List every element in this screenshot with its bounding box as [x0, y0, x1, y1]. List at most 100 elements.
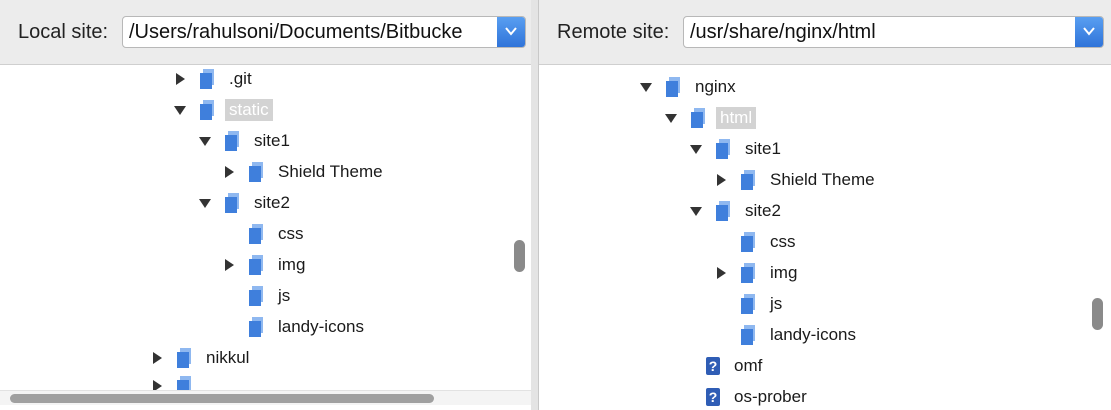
remote-path-dropdown-button[interactable]	[1075, 17, 1103, 47]
remote-site-header: Remote site: /usr/share/nginx/html	[539, 0, 1111, 65]
remote-tree-node-osprober[interactable]: ? os-prober	[680, 384, 811, 410]
folder-icon	[224, 192, 240, 214]
local-tree-node-nikkul[interactable]: nikkul	[150, 345, 253, 371]
disclosure-expanded-icon[interactable]	[198, 134, 212, 148]
disclosure-expanded-icon[interactable]	[198, 196, 212, 210]
disclosure-expanded-icon[interactable]	[689, 142, 703, 156]
remote-tree-node-shield[interactable]: Shield Theme	[714, 167, 879, 193]
folder-icon	[248, 254, 264, 276]
remote-tree-node-label[interactable]: Shield Theme	[766, 169, 879, 191]
pane-splitter[interactable]	[531, 0, 538, 410]
remote-tree-node-nginx[interactable]: nginx	[639, 74, 740, 100]
remote-tree-node-label[interactable]: landy-icons	[766, 324, 860, 346]
folder-icon	[740, 169, 756, 191]
disclosure-collapsed-icon[interactable]	[222, 165, 236, 179]
disclosure-collapsed-icon[interactable]	[150, 351, 164, 365]
folder-icon	[715, 138, 731, 160]
unknown-item-icon: ?	[706, 388, 720, 406]
folder-icon	[740, 231, 756, 253]
local-file-tree[interactable]: .git static site1 Shield Theme site2 css img js…	[0, 64, 531, 410]
local-tree-node-label[interactable]: Shield Theme	[274, 161, 387, 183]
folder-icon	[740, 324, 756, 346]
folder-icon	[665, 76, 681, 98]
chevron-down-icon	[1083, 27, 1095, 36]
chevron-down-icon	[505, 27, 517, 36]
local-tree-node-label[interactable]: landy-icons	[274, 316, 368, 338]
remote-file-tree[interactable]: nginx html site1 Shield Theme site2 css img js l…	[539, 64, 1111, 410]
remote-tree-node-html[interactable]: html	[664, 105, 757, 131]
folder-icon	[740, 293, 756, 315]
local-vertical-scroll-thumb[interactable]	[514, 240, 525, 272]
remote-tree-node-site2[interactable]: site2	[689, 198, 785, 224]
remote-tree-node-label[interactable]: site2	[741, 200, 785, 222]
local-tree-node-css[interactable]: css	[222, 221, 308, 247]
local-tree-node-label[interactable]: site2	[250, 192, 294, 214]
folder-icon	[248, 316, 264, 338]
disclosure-expanded-icon[interactable]	[639, 80, 653, 94]
remote-tree-node-label[interactable]: nginx	[691, 76, 740, 98]
remote-tree-node-label[interactable]: os-prober	[730, 386, 811, 408]
remote-tree-node-label[interactable]: site1	[741, 138, 785, 160]
local-path-value[interactable]: /Users/rahulsoni/Documents/Bitbucke	[129, 21, 489, 44]
remote-tree-node-css[interactable]: css	[714, 229, 800, 255]
local-tree-node-js[interactable]: js	[222, 283, 294, 309]
remote-tree-node-site1[interactable]: site1	[689, 136, 785, 162]
folder-icon	[248, 285, 264, 307]
remote-tree-node-landy[interactable]: landy-icons	[714, 322, 860, 348]
local-tree-node-label[interactable]: site1	[250, 130, 294, 152]
local-path-dropdown-button[interactable]	[497, 17, 525, 47]
remote-tree-node-label[interactable]: css	[766, 231, 800, 253]
remote-site-label: Remote site:	[557, 21, 670, 43]
local-tree-node-img[interactable]: img	[222, 252, 309, 278]
remote-path-combo[interactable]: /usr/share/nginx/html	[683, 16, 1104, 48]
local-tree-node-site1[interactable]: site1	[198, 128, 294, 154]
local-horizontal-scrollbar[interactable]	[0, 390, 531, 405]
remote-tree-node-label[interactable]: js	[766, 293, 786, 315]
local-tree-node-static[interactable]: static	[173, 97, 273, 123]
local-tree-node-shield[interactable]: Shield Theme	[222, 159, 387, 185]
remote-vertical-scroll-thumb[interactable]	[1092, 298, 1103, 330]
disclosure-collapsed-icon[interactable]	[173, 72, 187, 86]
disclosure-collapsed-icon[interactable]	[714, 266, 728, 280]
local-tree-node-site2[interactable]: site2	[198, 190, 294, 216]
folder-icon	[740, 262, 756, 284]
disclosure-expanded-icon[interactable]	[664, 111, 678, 125]
local-site-pane: Local site: /Users/rahulsoni/Documents/B…	[0, 0, 532, 410]
remote-tree-node-label[interactable]: img	[766, 262, 801, 284]
folder-icon	[199, 68, 215, 90]
local-path-combo[interactable]: /Users/rahulsoni/Documents/Bitbucke	[122, 16, 526, 48]
remote-tree-node-omf[interactable]: ? omf	[680, 353, 766, 379]
remote-tree-node-img[interactable]: img	[714, 260, 801, 286]
local-tree-node-landy[interactable]: landy-icons	[222, 314, 368, 340]
remote-tree-node-label[interactable]: html	[716, 107, 757, 129]
remote-tree-node-js[interactable]: js	[714, 291, 786, 317]
local-tree-node-label[interactable]: .git	[225, 68, 256, 90]
local-tree-node-label[interactable]: img	[274, 254, 309, 276]
local-tree-node-git[interactable]: .git	[173, 66, 256, 92]
remote-tree-node-label[interactable]: omf	[730, 355, 766, 377]
local-tree-node-label[interactable]	[202, 385, 210, 387]
folder-icon	[690, 107, 706, 129]
folder-icon	[715, 200, 731, 222]
folder-icon	[176, 347, 192, 369]
disclosure-collapsed-icon[interactable]	[714, 173, 728, 187]
local-tree-node-label[interactable]: js	[274, 285, 294, 307]
folder-icon	[248, 161, 264, 183]
local-tree-node-label[interactable]: css	[274, 223, 308, 245]
folder-icon	[199, 99, 215, 121]
disclosure-collapsed-icon[interactable]	[222, 258, 236, 272]
disclosure-expanded-icon[interactable]	[173, 103, 187, 117]
disclosure-expanded-icon[interactable]	[689, 204, 703, 218]
local-tree-node-label[interactable]: static	[225, 99, 273, 121]
local-site-label: Local site:	[18, 21, 109, 43]
remote-site-pane: Remote site: /usr/share/nginx/html nginx…	[538, 0, 1111, 410]
remote-path-value[interactable]: /usr/share/nginx/html	[690, 21, 1067, 44]
local-horizontal-scroll-thumb[interactable]	[10, 394, 434, 403]
local-tree-node-label[interactable]: nikkul	[202, 347, 253, 369]
